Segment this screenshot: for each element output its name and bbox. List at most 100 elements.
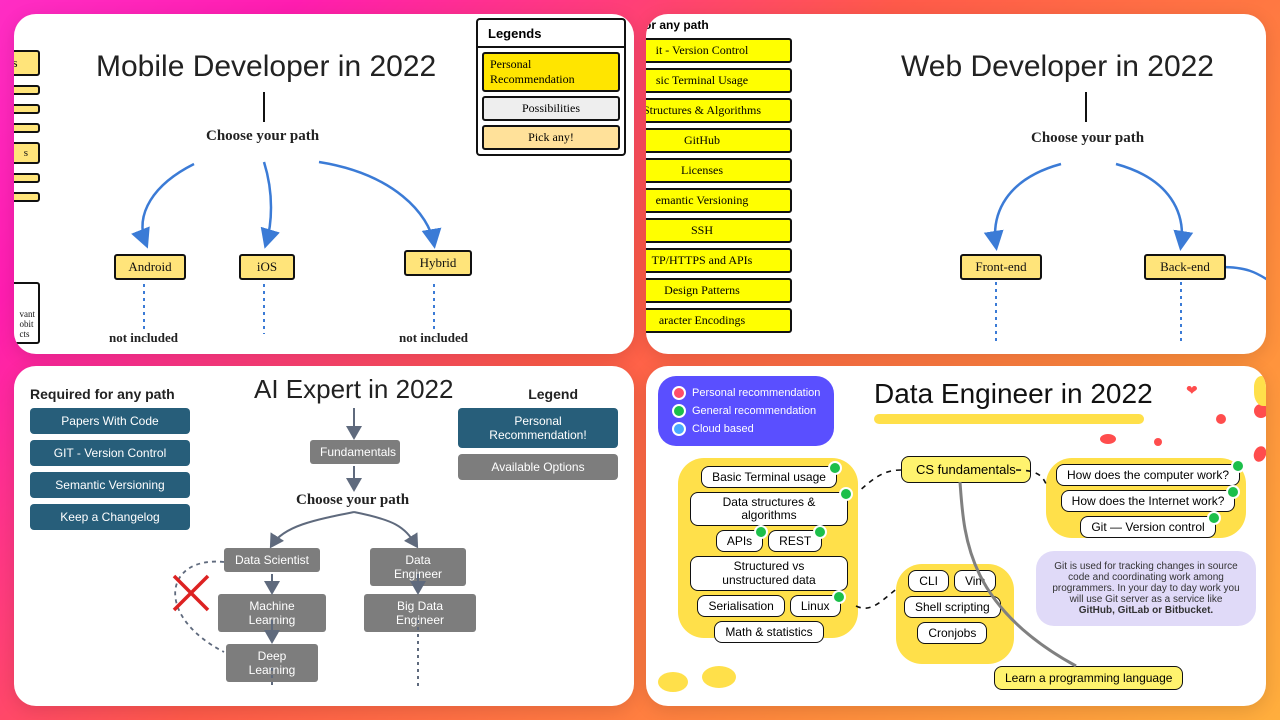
check-icon (828, 461, 842, 475)
path-frontend[interactable]: Front-end (960, 254, 1042, 280)
choose-label: Choose your path (296, 492, 409, 509)
card-ai-expert: AI Expert in 2022 Required for any path … (14, 366, 634, 706)
card-web-developer: Web Developer in 2022 Choose your path F… (646, 14, 1266, 354)
dot-decor (1100, 434, 1116, 444)
req-item[interactable]: Keep a Changelog (30, 504, 190, 530)
req-item[interactable]: GIT - Version Control (30, 440, 190, 466)
node-learn-lang[interactable]: Learn a programming language (994, 666, 1183, 690)
legend-dot-green (672, 404, 686, 418)
crop-chip: s (14, 142, 40, 164)
confetti (658, 672, 688, 692)
crop-chip (14, 173, 40, 183)
crop-chip (14, 192, 40, 202)
sidebar-list: it - Version Control sic Terminal Usage … (646, 38, 792, 333)
node-cs-fundamentals[interactable]: CS fundamentals (901, 456, 1031, 483)
check-icon (813, 525, 827, 539)
cli-item[interactable]: Shell scripting (904, 596, 1001, 618)
path-ios[interactable]: iOS (239, 254, 295, 280)
check-icon (1231, 459, 1245, 473)
info-box: Git is used for tracking changes in sour… (1036, 551, 1256, 626)
node-data-engineer[interactable]: Data Engineer (370, 548, 466, 586)
legend-title: Legends (476, 18, 626, 47)
crop-chip (14, 104, 40, 114)
check-icon (1226, 485, 1240, 499)
crop-chip (14, 85, 40, 95)
sidebar-item: aracter Encodings (646, 308, 792, 333)
legend-general: General recommendation (672, 404, 820, 418)
legend-dot-blue (672, 422, 686, 436)
right-item[interactable]: Git — Version control (1080, 516, 1215, 538)
sidebar-item: SSH (646, 218, 792, 243)
req-item[interactable]: Semantic Versioning (30, 472, 190, 498)
left-item[interactable]: Basic Terminal usage (701, 466, 837, 488)
cropped-left-strip: ms s (14, 50, 40, 202)
card-mobile-developer: Mobile Developer in 2022 Choose your pat… (14, 14, 634, 354)
legend-personal: Personal Recommendation (482, 52, 620, 92)
card-title: Mobile Developer in 2022 (96, 50, 436, 84)
cli-item[interactable]: CLI (908, 570, 949, 592)
crop-chip (14, 123, 40, 133)
path-hybrid[interactable]: Hybrid (404, 250, 472, 276)
choose-label: Choose your path (206, 128, 319, 145)
check-icon (832, 590, 846, 604)
sidebar-item: Structures & Algorithms (646, 98, 792, 123)
path-backend[interactable]: Back-end (1144, 254, 1226, 280)
legend-available: Available Options (458, 454, 618, 480)
dot-decor (1252, 444, 1266, 463)
check-icon (839, 487, 853, 501)
choose-label: Choose your path (1031, 130, 1144, 147)
cli-group: CLI Vim Shell scripting Cronjobs (904, 570, 1001, 644)
req-item[interactable]: Papers With Code (30, 408, 190, 434)
node-fundamentals[interactable]: Fundamentals (310, 440, 400, 464)
dot-decor (1254, 404, 1266, 418)
left-item[interactable]: Data structures & algorithms (690, 492, 848, 526)
node-deep-learning[interactable]: Deep Learning (226, 644, 318, 682)
left-group: Basic Terminal usage Data structures & a… (690, 466, 848, 643)
not-included-left: not included (109, 330, 178, 346)
right-item[interactable]: How does the Internet work? (1061, 490, 1236, 512)
legend-personal: Personal Recommendation! (458, 408, 618, 448)
heart-icon: ❤ (1186, 382, 1198, 399)
sidebar-item: Design Patterns (646, 278, 792, 303)
legend-box: Personal recommendation General recommen… (658, 376, 834, 446)
check-icon (1207, 511, 1221, 525)
left-item[interactable]: REST (768, 530, 822, 552)
sidebar-item: it - Version Control (646, 38, 792, 63)
legend-dot-red (672, 386, 686, 400)
card-title: Web Developer in 2022 (901, 50, 1214, 84)
left-item[interactable]: Serialisation (697, 595, 784, 617)
not-included-right: not included (399, 330, 468, 346)
sidebar-title: for any path (646, 18, 709, 32)
left-item[interactable]: Linux (790, 595, 841, 617)
left-item[interactable]: APIs (716, 530, 763, 552)
crop-chip: ms (14, 50, 40, 76)
card-data-engineer: Data Engineer in 2022 Personal recommend… (646, 366, 1266, 706)
legend-list: Personal Recommendation! Available Optio… (458, 408, 618, 486)
card-title: AI Expert in 2022 (254, 374, 453, 405)
sidebar-item: emantic Versioning (646, 188, 792, 213)
left-item[interactable]: Structured vs unstructured data (690, 556, 848, 590)
path-android[interactable]: Android (114, 254, 186, 280)
node-machine-learning[interactable]: Machine Learning (218, 594, 326, 632)
crop-note: vantobitcts (14, 282, 40, 344)
card-title: Data Engineer in 2022 (874, 378, 1153, 410)
confetti (1254, 376, 1266, 406)
sidebar-item: GitHub (646, 128, 792, 153)
legend-personal: Personal recommendation (672, 386, 820, 400)
cli-item[interactable]: Cronjobs (917, 622, 987, 644)
cli-item[interactable]: Vim (954, 570, 996, 592)
legend-pick-any: Pick any! (482, 125, 620, 150)
legend-title: Legend (528, 386, 578, 402)
title-underline (874, 414, 1144, 424)
node-data-scientist[interactable]: Data Scientist (224, 548, 320, 572)
right-item[interactable]: How does the computer work? (1056, 464, 1240, 486)
right-group: How does the computer work? How does the… (1056, 464, 1240, 538)
dot-decor (1216, 414, 1226, 424)
left-item[interactable]: Math & statistics (714, 621, 823, 643)
legend-possibilities: Possibilities (482, 96, 620, 121)
node-big-data-engineer[interactable]: Big Data Engineer (364, 594, 476, 632)
sidebar-item: Licenses (646, 158, 792, 183)
dot-decor (1154, 438, 1162, 446)
required-list: Papers With Code GIT - Version Control S… (30, 408, 190, 536)
sidebar-item: TP/HTTPS and APIs (646, 248, 792, 273)
